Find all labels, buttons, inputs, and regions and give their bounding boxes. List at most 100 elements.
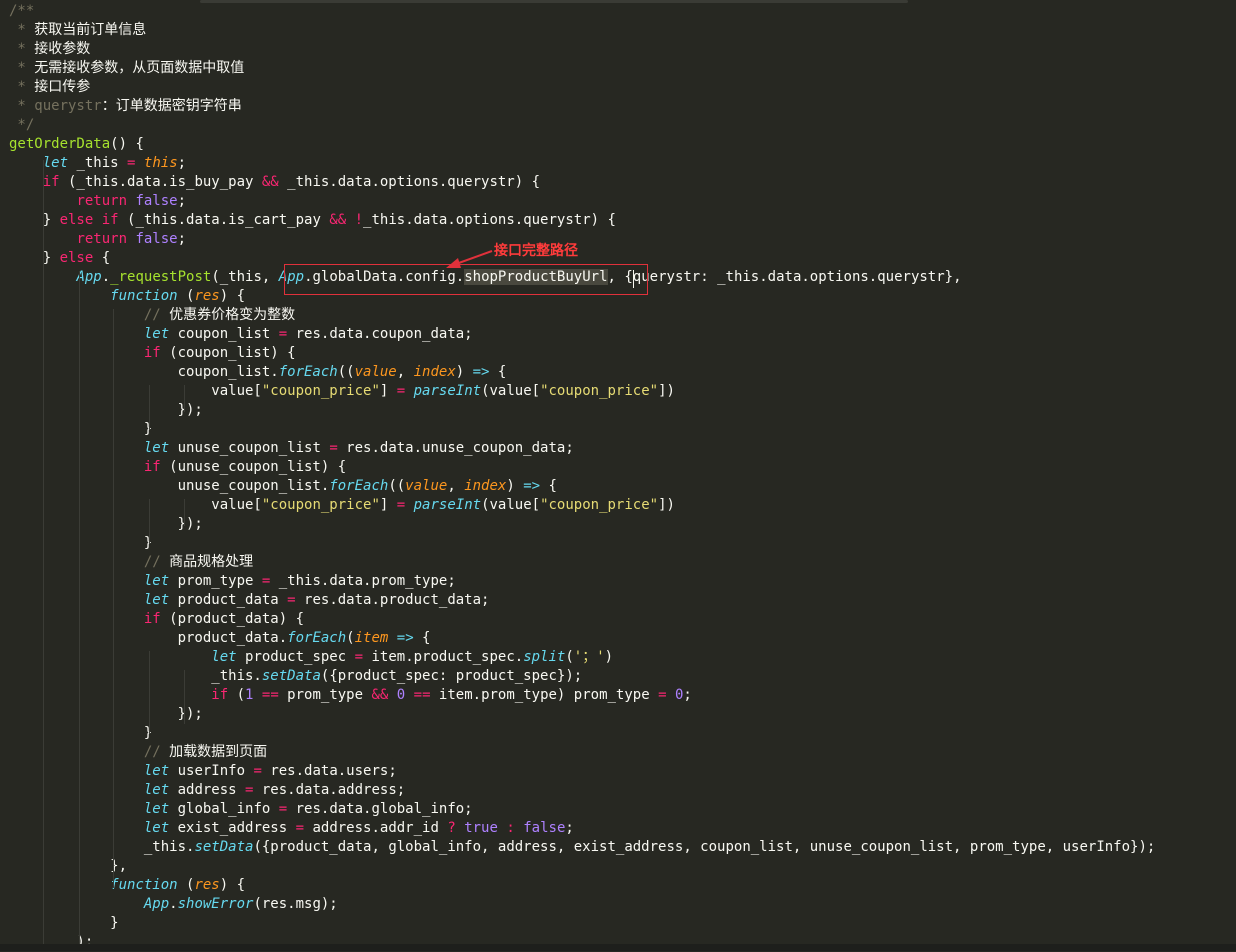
code-line[interactable]: } <box>9 914 118 933</box>
code-token: ) <box>604 649 614 665</box>
code-line[interactable]: return false; <box>9 192 186 211</box>
code-line[interactable]: // 优惠券价格变为整数 <box>9 306 295 325</box>
code-line[interactable]: let _this = this; <box>9 154 186 173</box>
code-line[interactable]: }); <box>9 705 203 724</box>
code-token: : <box>506 820 515 836</box>
code-line[interactable]: // 加载数据到页面 <box>9 743 267 762</box>
code-token: ]) <box>658 497 675 513</box>
code-token: (value[ <box>481 497 541 513</box>
code-line[interactable]: if (coupon_list) { <box>9 344 296 363</box>
code-token: forEach <box>329 478 389 494</box>
code-line[interactable]: } else { <box>9 249 110 268</box>
code-token: , <box>396 364 414 380</box>
code-line[interactable]: unuse_coupon_list.forEach((value, index)… <box>9 477 557 496</box>
code-line[interactable]: _this.setData({product_spec: product_spe… <box>9 667 582 686</box>
code-token: }); <box>9 706 203 722</box>
code-token: 接口传参 <box>34 79 91 95</box>
code-line[interactable]: if (_this.data.is_buy_pay && _this.data.… <box>9 173 540 192</box>
code-line[interactable]: if (product_data) { <box>9 610 304 629</box>
code-line[interactable]: let userInfo = res.data.users; <box>9 762 397 781</box>
code-line[interactable]: product_data.forEach(item => { <box>9 629 431 648</box>
code-editor[interactable]: /** * 获取当前订单信息 * 接收参数 * 无需接收参数，从页面数据中取值 … <box>0 0 1236 951</box>
code-token: ( <box>346 630 355 646</box>
code-token: let <box>143 782 170 798</box>
code-token: unuse_coupon_list. <box>9 478 330 494</box>
code-line[interactable]: /** <box>9 2 34 21</box>
horizontal-scrollbar[interactable] <box>200 0 908 3</box>
code-token: if <box>143 345 161 361</box>
code-token: res.data.unuse_coupon_data; <box>337 440 574 456</box>
code-token: else <box>59 212 94 228</box>
code-line[interactable]: value["coupon_price"] = parseInt(value["… <box>9 496 675 515</box>
code-token: false <box>135 193 178 209</box>
code-line[interactable]: if (unuse_coupon_list) { <box>9 458 346 477</box>
code-line[interactable]: let exist_address = address.addr_id ? tr… <box>9 819 574 838</box>
code-line[interactable]: */ <box>9 116 34 135</box>
code-line[interactable]: * 接口传参 <box>9 78 90 97</box>
code-token: = <box>278 801 288 817</box>
code-token: true <box>464 820 498 836</box>
code-line[interactable]: let prom_type = _this.data.prom_type; <box>9 572 456 591</box>
code-token: index <box>464 478 507 494</box>
code-token: global_info <box>169 801 279 817</box>
code-token: ; <box>177 155 187 171</box>
indent-guide <box>149 499 150 544</box>
code-token: = <box>396 383 406 399</box>
code-line[interactable]: let unuse_coupon_list = res.data.unuse_c… <box>9 439 574 458</box>
code-line[interactable]: function (res) { <box>9 287 245 306</box>
code-line[interactable]: * 获取当前订单信息 <box>9 21 146 40</box>
code-line[interactable]: let address = res.data.address; <box>9 781 405 800</box>
code-token: res <box>194 288 220 304</box>
code-token: ( <box>177 877 195 893</box>
indent-guide <box>184 670 185 724</box>
code-token: let <box>42 155 69 171</box>
code-line[interactable]: }); <box>9 515 203 534</box>
code-line[interactable]: * querystr：订单数据密钥字符串 <box>9 97 242 116</box>
code-token: , <box>447 478 465 494</box>
code-token: product_data. <box>9 630 288 646</box>
code-line[interactable]: getOrderData() { <box>9 135 144 154</box>
code-token: exist_address <box>169 820 296 836</box>
code-line[interactable]: coupon_list.forEach((value, index) => { <box>9 363 507 382</box>
code-token: ; <box>683 687 692 703</box>
code-token: => <box>396 630 414 646</box>
code-line[interactable]: // 商品规格处理 <box>9 553 253 572</box>
code-token: ({product_spec: product_spec}); <box>320 668 583 684</box>
code-line[interactable]: }); <box>9 401 203 420</box>
code-line[interactable]: function (res) { <box>9 876 245 895</box>
code-line[interactable]: if (1 == prom_type && 0 == item.prom_typ… <box>9 686 692 705</box>
code-token: ] <box>379 383 397 399</box>
code-token: value <box>354 364 397 380</box>
code-line[interactable]: let product_data = res.data.product_data… <box>9 591 490 610</box>
code-token: ：订单数据密钥字符串 <box>101 98 242 114</box>
code-line[interactable]: return false; <box>9 230 186 249</box>
code-line[interactable]: App.showError(res.msg); <box>9 895 338 914</box>
code-line[interactable]: let product_spec = item.product_spec.spl… <box>9 648 613 667</box>
code-line[interactable]: * 接收参数 <box>9 40 90 59</box>
code-token: res.data.address; <box>253 782 406 798</box>
code-line[interactable]: } <box>9 724 152 743</box>
code-line[interactable]: }, <box>9 857 127 876</box>
code-token: ; <box>177 231 187 247</box>
code-token: * <box>9 79 35 95</box>
code-line[interactable]: value["coupon_price"] = parseInt(value["… <box>9 382 675 401</box>
code-line[interactable]: } <box>9 420 152 439</box>
code-line[interactable]: } else if (_this.data.is_cart_pay && !_t… <box>9 211 616 230</box>
code-line[interactable]: * 无需接收参数，从页面数据中取值 <box>9 59 244 78</box>
code-line[interactable]: } <box>9 534 152 553</box>
code-token: else <box>59 250 94 266</box>
code-token: }, <box>9 858 128 874</box>
code-line[interactable]: _this.setData({product_data, global_info… <box>9 838 1155 857</box>
code-token: _this.data.options.querystr) { <box>278 174 541 190</box>
